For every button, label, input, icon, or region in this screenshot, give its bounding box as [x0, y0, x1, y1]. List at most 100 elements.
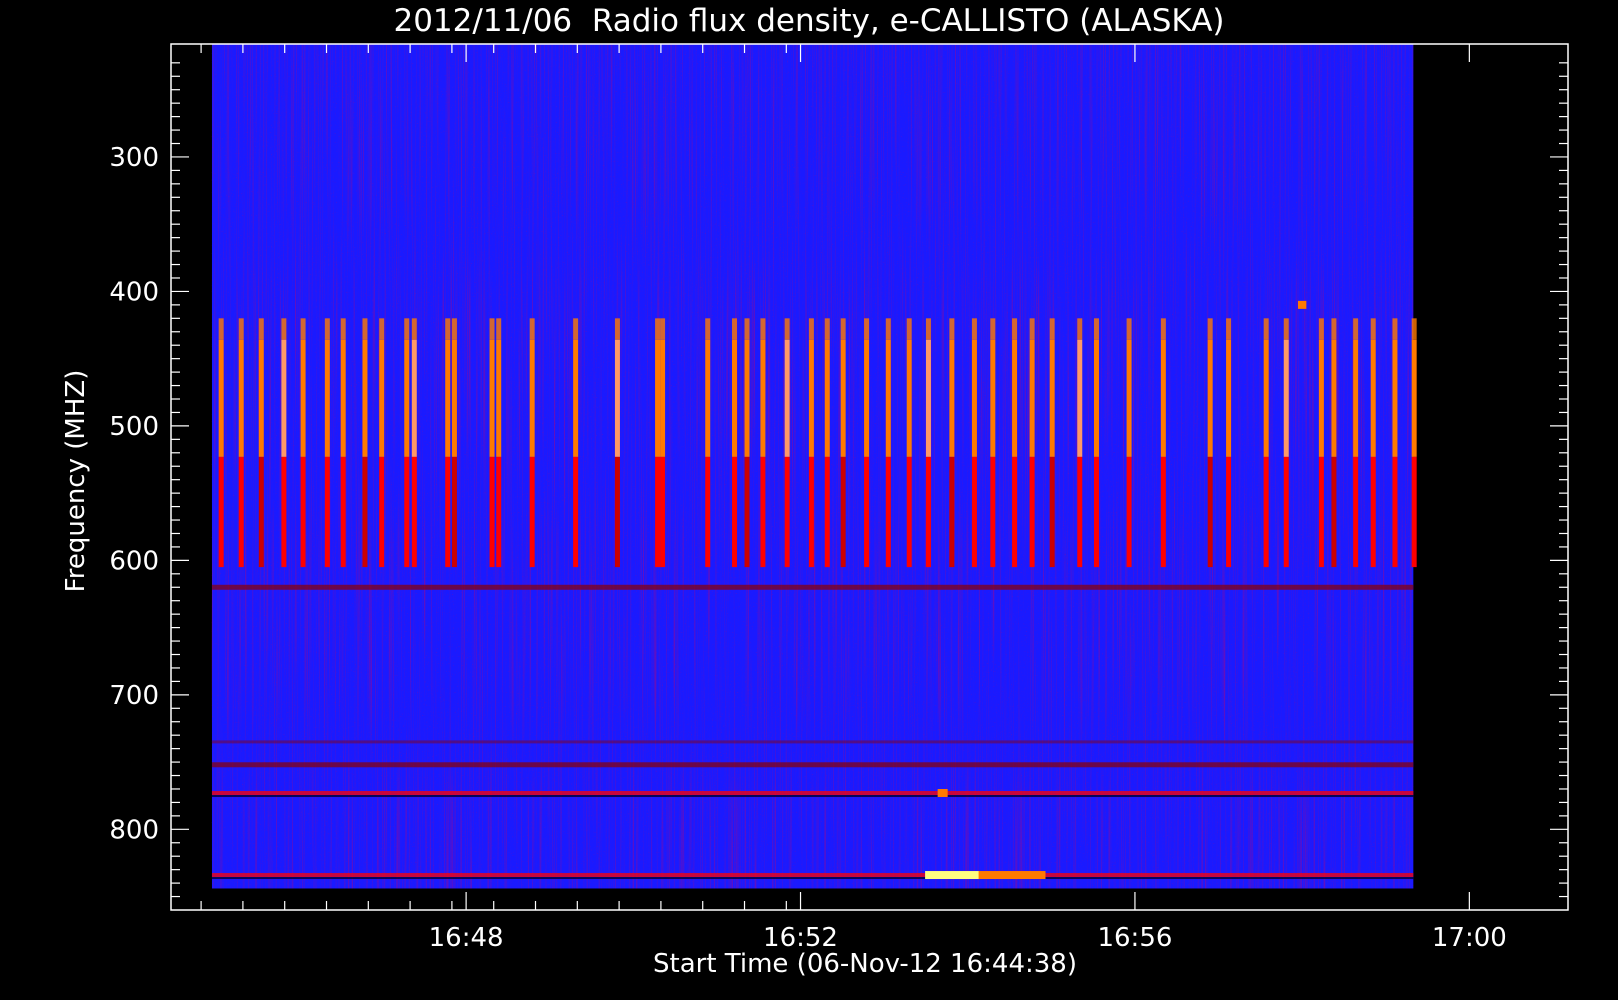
interference-line-lower-24: [784, 456, 790, 568]
interference-tick-33: [971, 318, 977, 340]
band-shadow-4: [211, 877, 1414, 880]
interference-line-upper-28: [864, 339, 870, 457]
interference-tick-44: [1263, 318, 1269, 340]
interference-line-lower-26: [824, 456, 830, 568]
interference-line-upper-22: [744, 339, 750, 457]
interference-line-upper-23: [760, 339, 766, 457]
interference-line-lower-9: [404, 456, 410, 568]
interference-line-lower-2: [258, 456, 264, 568]
interference-tick-5: [324, 318, 330, 340]
interference-line-lower-49: [1370, 456, 1376, 568]
interference-line-upper-45: [1283, 339, 1289, 457]
interference-line-lower-37: [1049, 456, 1055, 568]
spectrogram-chart: 2012/11/06 Radio flux density, e-CALLIST…: [61, 3, 1569, 979]
y-tick-label-0: 300: [109, 143, 159, 173]
interference-line-lower-13: [489, 456, 495, 568]
interference-line-upper-47: [1331, 339, 1337, 457]
interference-line-upper-14: [496, 339, 502, 457]
interference-line-upper-51: [1411, 339, 1417, 457]
interference-line-lower-36: [1029, 456, 1035, 568]
interference-tick-24: [784, 318, 790, 340]
interference-line-upper-0: [218, 339, 224, 457]
interference-line-upper-11: [445, 339, 451, 457]
interference-line-lower-32: [949, 456, 955, 568]
interference-line-lower-1: [238, 456, 244, 568]
interference-line-upper-43: [1226, 339, 1232, 457]
interference-line-lower-20: [705, 456, 711, 568]
chart-title: 2012/11/06 Radio flux density, e-CALLIST…: [393, 3, 1224, 39]
interference-line-upper-31: [925, 339, 931, 457]
interference-tick-38: [1077, 318, 1083, 340]
interference-tick-9: [404, 318, 410, 340]
interference-tick-2: [258, 318, 264, 340]
y-tick-label-5: 800: [109, 815, 159, 845]
interference-line-upper-20: [705, 339, 711, 457]
interference-line-upper-8: [379, 339, 385, 457]
interference-line-lower-40: [1126, 456, 1132, 568]
interference-tick-3: [281, 318, 287, 340]
interference-tick-32: [949, 318, 955, 340]
interference-tick-17: [614, 318, 620, 340]
interference-line-lower-10: [411, 456, 417, 568]
interference-line-lower-45: [1283, 456, 1289, 568]
interference-line-upper-1: [238, 339, 244, 457]
interference-line-upper-41: [1160, 339, 1166, 457]
interference-tick-29: [885, 318, 891, 340]
interference-tick-11: [445, 318, 451, 340]
interference-line-lower-48: [1353, 456, 1359, 568]
interference-line-upper-33: [971, 339, 977, 457]
interference-line-lower-35: [1012, 456, 1018, 568]
interference-line-lower-11: [445, 456, 451, 568]
interference-tick-10: [411, 318, 417, 340]
interference-line-lower-39: [1093, 456, 1099, 568]
interference-line-upper-13: [489, 339, 495, 457]
interference-tick-35: [1012, 318, 1018, 340]
interference-tick-48: [1353, 318, 1359, 340]
interference-line-upper-42: [1207, 339, 1213, 457]
burst-0: [925, 871, 980, 880]
interference-line-lower-41: [1160, 456, 1166, 568]
y-tick-label-1: 400: [109, 277, 159, 307]
band-2: [211, 762, 1414, 768]
interference-tick-37: [1049, 318, 1055, 340]
interference-tick-50: [1392, 318, 1398, 340]
y-tick-label-2: 500: [109, 412, 159, 442]
interference-line-upper-12: [451, 339, 457, 457]
interference-line-lower-3: [281, 456, 287, 568]
interference-line-upper-24: [784, 339, 790, 457]
burst-1: [978, 871, 1046, 880]
interference-line-upper-35: [1012, 339, 1018, 457]
band-3: [211, 791, 1414, 796]
interference-tick-16: [573, 318, 579, 340]
interference-line-lower-14: [496, 456, 502, 568]
interference-line-lower-22: [744, 456, 750, 568]
interference-tick-41: [1160, 318, 1166, 340]
interference-line-upper-16: [573, 339, 579, 457]
interference-line-upper-49: [1370, 339, 1376, 457]
interference-tick-34: [990, 318, 996, 340]
interference-tick-39: [1093, 318, 1099, 340]
y-tick-labels: 300 400 500 600 700 800: [109, 143, 159, 845]
interference-line-upper-6: [340, 339, 346, 457]
y-tick-label-4: 700: [109, 681, 159, 711]
x-tick-label-2: 16:56: [1097, 923, 1172, 953]
interference-line-upper-34: [990, 339, 996, 457]
interference-line-lower-34: [990, 456, 996, 568]
interference-line-upper-18: [655, 339, 661, 457]
interference-line-upper-44: [1263, 339, 1269, 457]
interference-line-upper-46: [1318, 339, 1324, 457]
interference-line-upper-7: [362, 339, 368, 457]
interference-line-lower-12: [451, 456, 457, 568]
interference-line-lower-15: [529, 456, 535, 568]
interference-line-lower-28: [864, 456, 870, 568]
interference-tick-12: [451, 318, 457, 340]
interference-tick-4: [300, 318, 306, 340]
interference-tick-19: [660, 318, 666, 340]
interference-line-lower-21: [731, 456, 737, 568]
interference-line-upper-50: [1392, 339, 1398, 457]
interference-line-lower-50: [1392, 456, 1398, 568]
interference-line-upper-3: [281, 339, 287, 457]
interference-line-lower-33: [971, 456, 977, 568]
interference-tick-40: [1126, 318, 1132, 340]
interference-line-lower-46: [1318, 456, 1324, 568]
